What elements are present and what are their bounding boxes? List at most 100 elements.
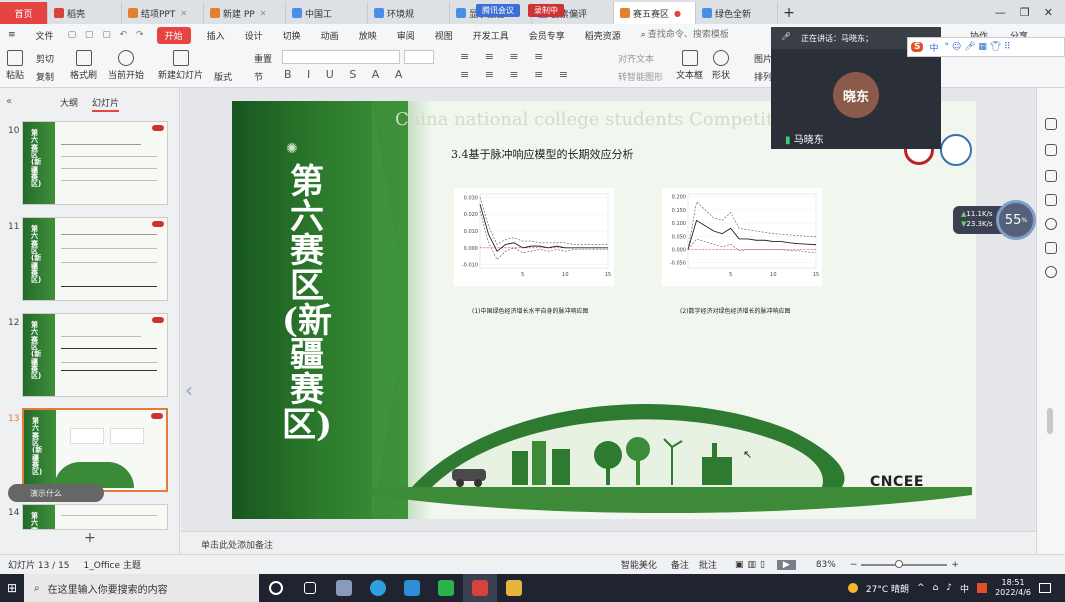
tab-ppt-1[interactable]: 结项PPT ✕ [122,2,204,24]
close-window-icon[interactable]: ✕ [1044,6,1053,19]
prev-slide-arrow[interactable]: ‹ [185,378,193,402]
wechat-icon[interactable] [429,574,463,602]
restore-icon[interactable]: ❐ [1020,6,1030,19]
tab-ppt-active[interactable]: 赛五赛区 ● [614,2,696,24]
new-tab-button[interactable]: + [778,2,800,24]
layout-button[interactable]: 版式 [214,70,232,83]
hamburger-icon[interactable]: ≡ [0,30,26,40]
ime-toolbar[interactable]: S 中 ° ☺ 🎤︎ ▦ 👕︎ ⠿ [907,37,1065,57]
clock[interactable]: 18:51 2022/4/6 [995,578,1031,597]
menu-review[interactable]: 审阅 [387,29,425,42]
close-icon[interactable]: ✕ [180,9,187,18]
tab-ppt-2[interactable]: 新建 PP ✕ [204,2,286,24]
tab-doc-2[interactable]: 环境规 [368,2,450,24]
volume-icon[interactable]: ♪ [946,583,952,593]
ime-indicator[interactable]: 中 [960,582,969,595]
menu-devtools[interactable]: 开发工具 [463,29,519,42]
help-icon[interactable] [1045,218,1057,230]
photos-icon[interactable] [395,574,429,602]
file-explorer-icon[interactable] [497,574,531,602]
slide-title[interactable]: 3.4基于脉冲响应模型的长期效应分析 [451,146,634,162]
irf-chart-1[interactable]: -0.010 0.000 0.010 0.020 0.030 5 10 15 [454,188,614,286]
vertical-scrollbar[interactable] [1047,408,1053,434]
slide-thumbnail-selected[interactable]: 第六赛区(新疆赛区) [22,408,168,492]
slide-thumbnail[interactable]: 第六赛区(新疆赛区) [22,217,168,301]
font-size-select[interactable] [404,50,434,64]
copy-button[interactable]: 复制 [36,70,54,83]
close-icon[interactable]: ✕ [260,9,267,18]
menu-home[interactable]: 开始 [156,26,191,44]
menu-file[interactable]: 文件 [26,29,64,42]
animation-icon[interactable] [1045,170,1057,182]
add-slide-button[interactable]: + [84,530,96,546]
text-format-icons[interactable]: B I U S A A [284,68,408,81]
new-slide-button[interactable]: 新建幻灯片 [158,50,203,81]
list-icons[interactable]: ≡ ≡ ≡ ≡ [460,50,549,63]
section-button[interactable]: 节 [254,70,263,83]
menu-docer[interactable]: 稻壳资源 [575,29,631,42]
tab-doc-1[interactable]: 中国工 [286,2,368,24]
text-box-button[interactable]: 文本框 [676,50,703,81]
network-icon[interactable]: ⌂ [933,583,939,593]
notes-toggle[interactable]: 备注 [671,558,689,571]
slide-thumbnail[interactable]: 第六赛区(新疆赛区) [22,313,168,397]
task-view-icon[interactable] [293,574,327,602]
play-from-current-button[interactable]: 当前开始 [108,50,144,81]
quick-access-icons[interactable]: ▢ ▢ ▢ ↶ ↷ [64,30,151,40]
menu-design[interactable]: 设计 [235,29,273,42]
sync-icon[interactable] [1045,194,1057,206]
menu-slideshow[interactable]: 放映 [349,29,387,42]
font-family-select[interactable] [282,50,400,64]
slide[interactable]: ✺ 第六赛区(新疆赛区) China national college stud… [232,101,976,519]
align-text-button[interactable]: 对齐文本 [618,52,654,65]
vertical-title[interactable]: 第六赛区(新疆赛区) [280,165,334,442]
cut-button[interactable]: 剪切 [36,52,54,65]
weather-text[interactable]: 27°C 晴朗 [866,582,909,595]
sogou-tray-icon[interactable] [977,583,988,593]
start-button[interactable]: ⊞ [0,574,24,602]
picture-button[interactable]: 图片 [754,52,772,65]
meeting-app-badge[interactable]: 腾讯会议 [476,3,520,17]
calculator-icon[interactable] [327,574,361,602]
wps-taskbar-icon[interactable] [463,574,497,602]
beautify-button[interactable]: 智能美化 [621,558,657,571]
play-slideshow-button[interactable]: ▶ [776,559,796,570]
taskbar-search[interactable]: ⌕ 在这里输入你要搜索的内容 [24,574,259,602]
command-search-input[interactable] [647,28,728,42]
notes-pane[interactable]: 单击此处添加备注 [181,531,1036,554]
format-painter-button[interactable]: 格式刷 [70,50,97,81]
reset-button[interactable]: 重置 [254,52,272,65]
zoom-in-icon[interactable]: + [951,560,959,570]
tray-chevron-icon[interactable]: ^ [917,583,925,593]
zoom-slider-thumb[interactable] [895,559,904,568]
shape-button[interactable]: 形状 [712,50,730,81]
notification-icon[interactable] [1039,583,1051,593]
paste-button[interactable]: 粘贴 [6,50,24,81]
tab-slides[interactable]: 幻灯片 [92,96,120,112]
adjust-icon[interactable] [1045,144,1057,156]
menu-insert[interactable]: 插入 [197,29,235,42]
arrange-button[interactable]: 排列 [754,70,772,83]
minimize-icon[interactable]: — [995,6,1006,19]
menu-animation[interactable]: 动画 [311,29,349,42]
comments-toggle[interactable]: 批注 [699,558,717,571]
edge-icon[interactable] [361,574,395,602]
zoom-level[interactable]: 83% [816,560,836,570]
zoom-out-icon[interactable]: − [850,560,858,570]
view-mode-icons[interactable]: ▣▥▯ [735,560,769,570]
convert-smartart-button[interactable]: 转智能图形 [618,70,663,83]
tab-home[interactable]: 首页 [0,2,48,24]
cortana-icon[interactable] [259,574,293,602]
recording-badge[interactable]: 录制中 [528,3,564,17]
menu-transition[interactable]: 切换 [273,29,311,42]
export-icon[interactable] [1045,242,1057,254]
menu-view[interactable]: 视图 [425,29,463,42]
slide-thumbnail[interactable]: 第六赛区(新疆赛区) [22,121,168,205]
tab-outline[interactable]: 大纲 [60,96,78,112]
tab-doc-5[interactable]: 绿色全新 [696,2,778,24]
zoom-slider[interactable] [861,559,948,568]
tab-dochub[interactable]: 稻壳 [48,2,122,24]
ime-tool-icons[interactable]: ° ☺ 🎤︎ ▦ 👕︎ ⠿ [945,42,1011,52]
irf-chart-2[interactable]: -0.050 0.000 0.050 0.100 0.150 0.200 5 10 15 [662,188,822,286]
ime-language[interactable]: 中 [929,41,938,54]
